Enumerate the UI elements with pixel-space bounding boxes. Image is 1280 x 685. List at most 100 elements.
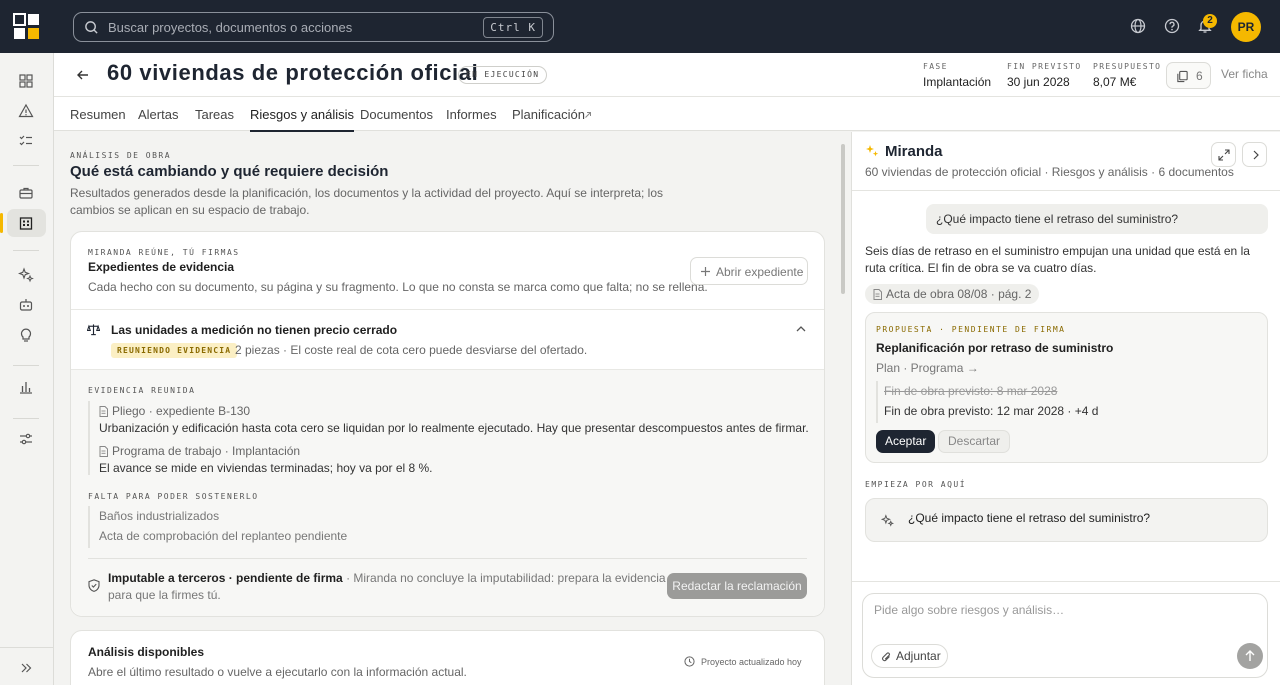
user-avatar[interactable]: PR <box>1231 12 1261 42</box>
tab-riesgos[interactable]: Riesgos y análisis <box>250 107 355 132</box>
intro-description: Resultados generados desde la planificac… <box>70 186 664 217</box>
evidence-item-body: EVIDENCIA REUNIDA Pliego · expediente B-… <box>71 369 824 616</box>
rail-alerts[interactable] <box>7 97 46 125</box>
chevron-right-icon <box>1253 150 1259 160</box>
briefcase-icon <box>19 187 33 199</box>
meta-end-date: FIN PREVISTO 30 jun 2028 <box>1007 62 1082 89</box>
tab-planificacion[interactable]: Planificación <box>512 107 585 122</box>
document-icon <box>99 446 108 457</box>
paperclip-icon <box>882 652 890 662</box>
plus-icon <box>701 267 710 276</box>
bar-chart-icon <box>20 382 32 394</box>
meta-phase-value: Implantación <box>923 75 992 89</box>
tab-tareas[interactable]: Tareas <box>195 107 234 122</box>
globe-icon[interactable] <box>1130 18 1146 34</box>
scale-icon <box>87 324 100 336</box>
rail-portfolio[interactable] <box>7 179 46 207</box>
meta-budget: PRESUPUESTO 8,07 M€ <box>1093 62 1161 89</box>
proposal-new-value: Fin de obra previsto: 12 mar 2028 · +4 d <box>884 404 1099 418</box>
back-arrow-icon[interactable] <box>76 68 90 82</box>
external-link-icon <box>585 112 591 118</box>
miranda-sparkle-icon <box>866 145 879 157</box>
meta-end-date-value: 30 jun 2028 <box>1007 75 1070 89</box>
app-logo[interactable] <box>13 13 40 40</box>
meta-phase-label: FASE <box>923 62 948 71</box>
evidence-item-summary: 2 piezas · El coste real de cota cero pu… <box>235 343 588 357</box>
evidence-item-title: Las unidades a medición no tienen precio… <box>111 323 398 337</box>
accept-button[interactable]: Aceptar <box>876 430 936 453</box>
project-tabs: Resumen Alertas Tareas Riesgos y análisi… <box>54 97 1280 132</box>
sparkles-icon <box>18 267 34 283</box>
evidence-title: Expedientes de evidencia <box>88 260 235 274</box>
ver-ficha-link[interactable]: Ver ficha <box>1221 67 1268 81</box>
rail-tasks[interactable] <box>7 127 46 155</box>
global-search[interactable]: Buscar proyectos, documentos o acciones … <box>73 12 554 42</box>
evidence-eyebrow: MIRANDA REÚNE, TÚ FIRMAS <box>88 248 240 257</box>
intro-eyebrow: ANÁLISIS DE OBRA <box>70 151 172 160</box>
attach-button[interactable]: Adjuntar <box>871 644 948 668</box>
rail-ai[interactable] <box>7 261 46 289</box>
suggestion-card[interactable]: ¿Qué impacto tiene el retraso del sumini… <box>865 498 1268 542</box>
open-dossier-button[interactable]: Abrir expediente <box>690 257 808 285</box>
rail-projects[interactable] <box>0 209 46 237</box>
main-scrollbar[interactable] <box>841 144 845 294</box>
documents-icon <box>1177 70 1188 83</box>
proposal-link-label: Plan · Programa <box>876 361 964 375</box>
imputability-note: Imputable a terceros · pendiente de firm… <box>108 570 668 604</box>
citation-chip[interactable]: Acta de obra 08/08 · pág. 2 <box>865 284 1040 304</box>
robot-icon <box>19 299 33 311</box>
suggestion-text: ¿Qué impacto tiene el retraso del sumini… <box>908 511 1151 525</box>
warning-icon <box>18 103 34 118</box>
grid-icon <box>19 74 33 88</box>
rail-reports[interactable] <box>7 373 46 401</box>
meta-phase: FASE Implantación <box>923 62 991 89</box>
gathered-source-1[interactable]: Pliego · expediente B-130 <box>112 404 250 418</box>
chat-composer[interactable]: Pide algo sobre riesgos y análisis… Adju… <box>862 593 1268 678</box>
documents-button[interactable]: 6 <box>1166 62 1211 89</box>
documents-count: 6 <box>1196 69 1203 83</box>
search-placeholder[interactable]: Buscar proyectos, documentos o acciones <box>108 20 352 35</box>
draft-claim-button[interactable]: Redactar la reclamación <box>667 573 807 599</box>
rail-insights[interactable] <box>7 321 46 349</box>
assistant-answer: Seis días de retraso en el suministro em… <box>865 244 1250 275</box>
notification-badge: 2 <box>1203 14 1217 28</box>
rail-expand[interactable] <box>7 654 46 682</box>
miranda-name: Miranda <box>885 143 943 160</box>
tab-documentos[interactable]: Documentos <box>360 107 433 122</box>
expand-icon <box>1218 149 1230 161</box>
document-icon <box>99 406 108 417</box>
chat-input-placeholder[interactable]: Pide algo sobre riesgos y análisis… <box>874 603 1064 617</box>
evidence-description: Cada hecho con su documento, su página y… <box>88 280 708 294</box>
sparkles-icon <box>881 514 894 527</box>
send-button[interactable] <box>1237 643 1263 669</box>
rail-robot[interactable] <box>7 291 46 319</box>
tab-informes[interactable]: Informes <box>446 107 497 122</box>
attach-label: Adjuntar <box>896 649 941 663</box>
document-icon <box>873 289 882 300</box>
left-rail <box>0 53 54 685</box>
checklist-icon <box>19 135 32 146</box>
search-shortcut: Ctrl K <box>483 17 543 38</box>
proposal-link[interactable]: Plan · Programa → <box>876 361 979 375</box>
rail-dashboard[interactable] <box>7 67 46 95</box>
proposal-eyebrow: PROPUESTA · PENDIENTE DE FIRMA <box>876 325 1066 334</box>
gathered-text-1: Urbanización y edificación hasta cota ce… <box>99 421 809 435</box>
expand-panel-button[interactable] <box>1211 142 1236 167</box>
user-message: ¿Qué impacto tiene el retraso del sumini… <box>926 204 1268 234</box>
help-icon[interactable] <box>1164 18 1180 34</box>
evidence-item-header[interactable]: Las unidades a medición no tienen precio… <box>71 310 824 370</box>
evidence-status-badge: REUNIENDO EVIDENCIA <box>111 343 238 358</box>
evidence-card: MIRANDA REÚNE, TÚ FIRMAS Expedientes de … <box>70 231 825 617</box>
collapse-panel-button[interactable] <box>1242 142 1267 167</box>
sliders-icon <box>20 433 32 445</box>
chevron-up-icon[interactable] <box>796 325 806 333</box>
clock-icon <box>684 656 695 667</box>
top-bar: Buscar proyectos, documentos o acciones … <box>0 0 1280 53</box>
tab-alertas[interactable]: Alertas <box>138 107 178 122</box>
discard-button[interactable]: Descartar <box>938 430 1011 453</box>
arrow-up-icon <box>1245 650 1255 661</box>
gathered-source-2[interactable]: Programa de trabajo · Implantación <box>112 444 300 458</box>
rail-settings[interactable] <box>7 425 46 453</box>
start-here-label: EMPIEZA POR AQUÍ <box>865 480 967 489</box>
tab-resumen[interactable]: Resumen <box>70 107 126 122</box>
